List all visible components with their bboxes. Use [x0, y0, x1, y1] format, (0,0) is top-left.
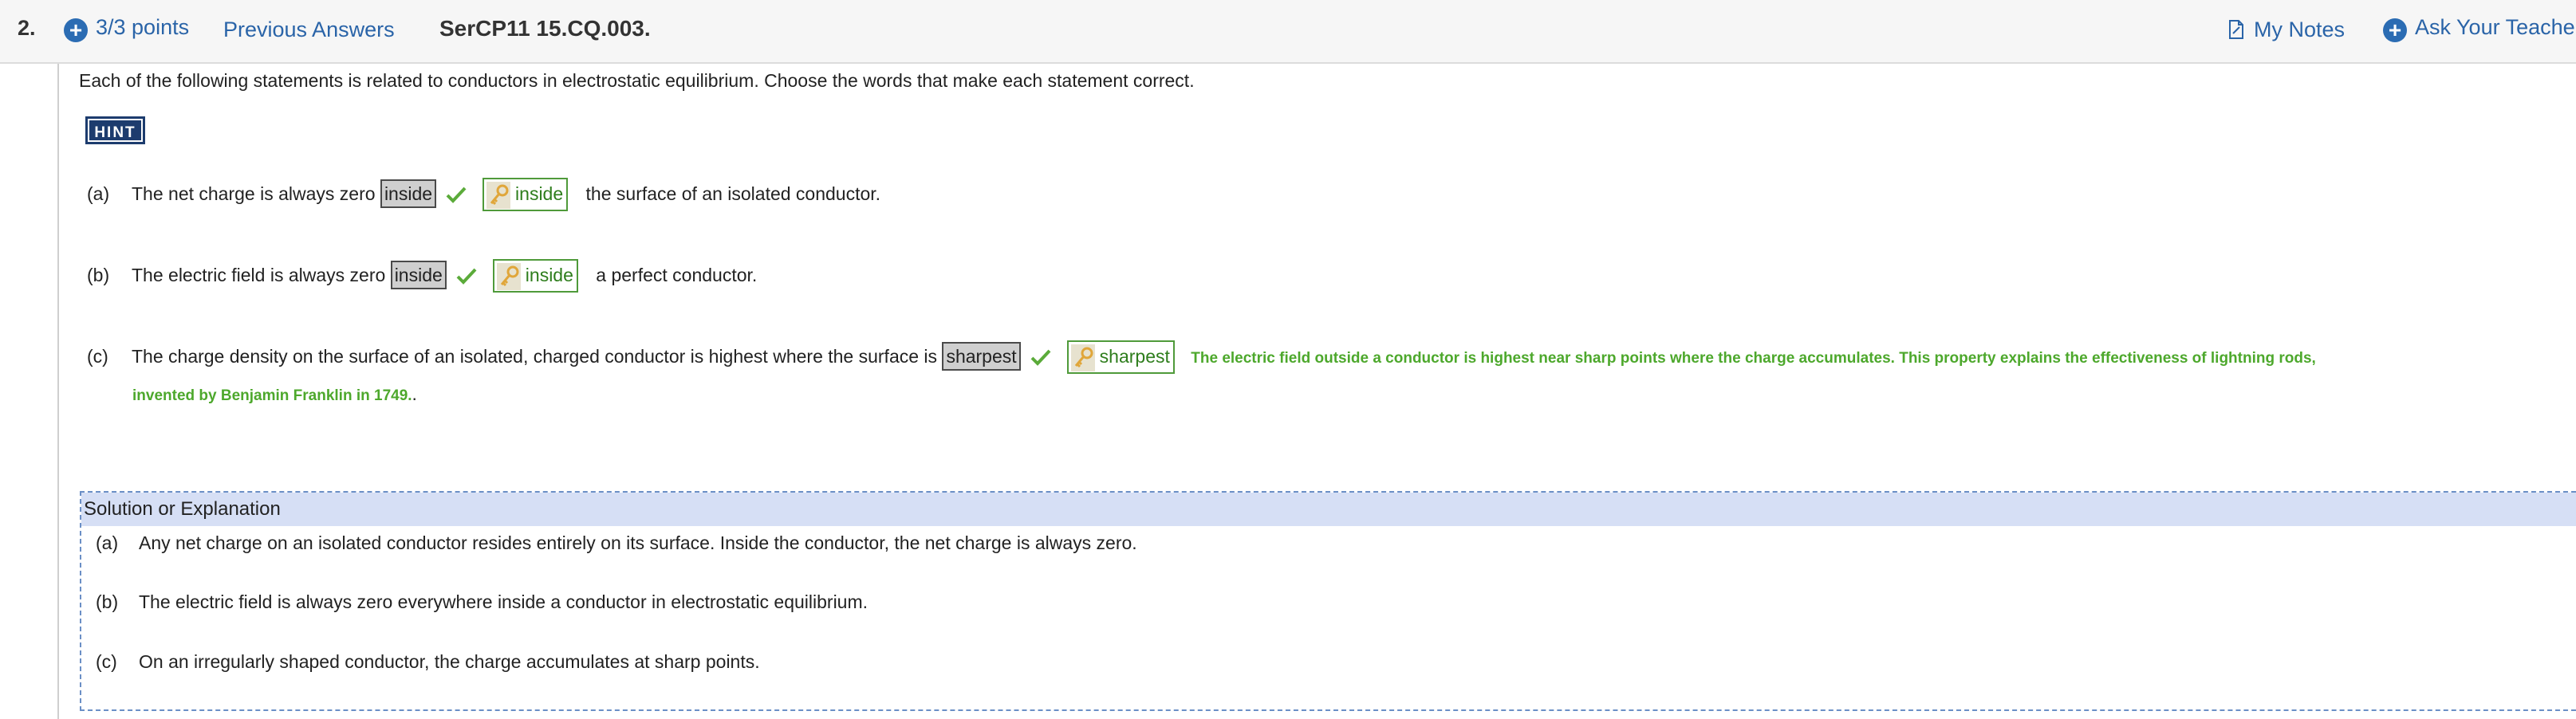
answer-key: sharpest — [1066, 340, 1175, 374]
left-divider — [57, 64, 59, 719]
solution-item: (c) On an irregularly shaped conductor, t… — [96, 651, 760, 673]
previous-answers-link[interactable]: Previous Answers — [223, 18, 395, 42]
ask-teacher-link[interactable]: + Ask Your Teache — [2383, 15, 2575, 42]
ask-teacher-label: Ask Your Teache — [2415, 15, 2575, 39]
part-label: (a) — [87, 183, 110, 204]
question-number: 2. — [18, 16, 36, 40]
part-text-after: . — [412, 383, 417, 404]
my-notes-link[interactable]: My Notes — [2228, 18, 2345, 42]
solution-title: Solution or Explanation — [81, 493, 2576, 526]
my-notes-label: My Notes — [2254, 18, 2346, 41]
part-text-after: a perfect conductor. — [596, 265, 758, 285]
hint-button[interactable]: HINT — [85, 116, 145, 144]
solution-item-label: (b) — [96, 591, 119, 612]
answer-select[interactable]: inside — [380, 179, 437, 208]
answer-key: inside — [492, 259, 578, 293]
solution-item: (b) The electric field is always zero eve… — [96, 591, 868, 613]
solution-item-text: The electric field is always zero everyw… — [139, 591, 869, 612]
key-icon — [486, 181, 511, 209]
question-prompt: Each of the following statements is rela… — [79, 70, 1195, 91]
part-text-after: the surface of an isolated conductor. — [585, 183, 881, 204]
checkmark-icon — [446, 186, 467, 208]
question-part-c-continued: invented by Benjamin Franklin in 1749.. — [132, 383, 417, 405]
answer-select[interactable]: inside — [390, 261, 447, 289]
add-circle-icon: + — [2383, 18, 2407, 42]
answer-key: inside — [483, 178, 569, 211]
notes-icon — [2229, 20, 2243, 39]
question-part-b: (b) The electric field is always zero ins… — [87, 259, 757, 293]
question-code: SerCP11 15.CQ.003. — [439, 16, 651, 41]
part-text: The charge density on the surface of an … — [132, 346, 938, 367]
solution-item-text: On an irregularly shaped conductor, the … — [139, 651, 760, 672]
feedback-text: The electric field outside a conductor i… — [1191, 350, 2316, 367]
answer-key-text: sharpest — [1099, 346, 1170, 367]
key-icon — [496, 262, 521, 290]
answer-key-text: inside — [515, 183, 564, 204]
part-text: The net charge is always zero — [132, 183, 376, 204]
checkmark-icon — [1030, 348, 1051, 371]
question-part-c: (c) The charge density on the surface of … — [87, 340, 2316, 374]
solution-item-label: (c) — [96, 651, 117, 672]
add-circle-icon: + — [64, 18, 88, 42]
solution-box: Solution or Explanation (a) Any net charg… — [80, 491, 2576, 711]
answer-select[interactable]: sharpest — [942, 342, 1021, 371]
feedback-text: invented by Benjamin Franklin in 1749. — [132, 387, 412, 404]
key-icon — [1070, 344, 1095, 371]
part-text: The electric field is always zero — [132, 265, 386, 285]
answer-key-text: inside — [525, 265, 573, 285]
part-label: (c) — [87, 346, 108, 367]
solution-item-label: (a) — [96, 532, 119, 553]
checkmark-icon — [456, 267, 477, 289]
points-label: 3/3 points — [96, 15, 190, 39]
points-link[interactable]: +3/3 points — [64, 15, 189, 42]
solution-item-text: Any net charge on an isolated conductor … — [139, 532, 1137, 553]
part-label: (b) — [87, 265, 110, 285]
question-part-a: (a) The net charge is always zero inside i… — [87, 178, 880, 211]
question-header: 2. +3/3 points Previous Answers SerCP11 … — [0, 0, 2576, 64]
solution-item: (a) Any net charge on an isolated conduct… — [96, 532, 1137, 554]
